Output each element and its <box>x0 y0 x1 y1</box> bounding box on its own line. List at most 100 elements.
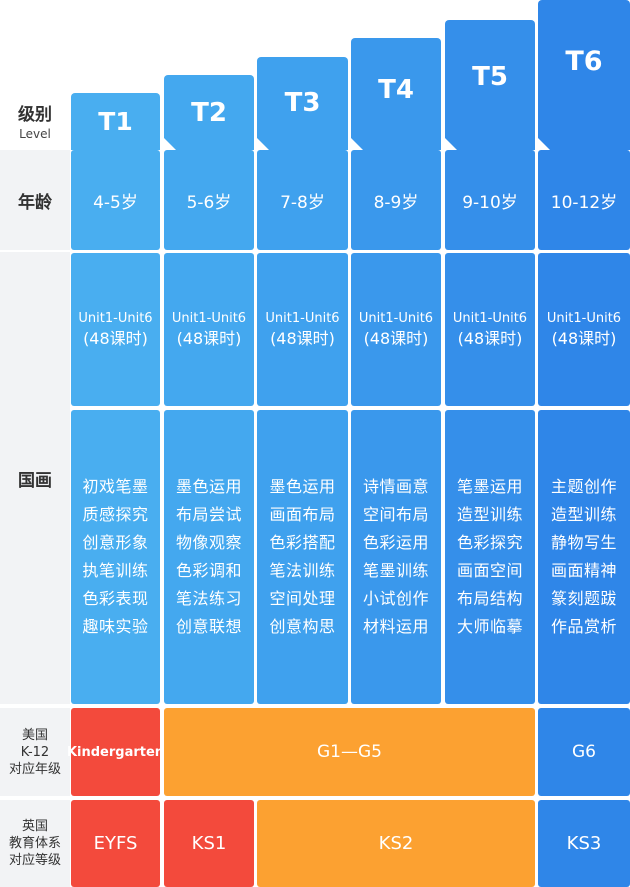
topic-item: 质感探究 <box>82 505 149 524</box>
uk-segment-label: EYFS <box>93 833 138 854</box>
tier-label: T6 <box>565 45 603 77</box>
guohua-label: 国画 <box>18 470 52 491</box>
age-cell: 9-10岁 <box>445 150 535 250</box>
topic-item: 执笔训练 <box>82 561 149 580</box>
age-cell: 5-6岁 <box>164 150 254 250</box>
us-label-line: 美国 <box>21 727 48 743</box>
tier-label: T1 <box>98 107 133 136</box>
uk-label-line: 教育体系 <box>8 836 61 851</box>
unit-hours: (48课时) <box>270 328 335 348</box>
level-row-label: 级别 Level <box>0 92 70 148</box>
topic-cell: 墨色运用 画面布局 色彩搭配 笔法训练 空间处理 创意构思 <box>257 410 348 704</box>
topic-cell: 笔墨运用 造型训练 色彩探究 画面空间 布局结构 大师临摹 <box>445 410 535 704</box>
unit-cell: Unit1-Unit6 (48课时) <box>257 253 348 406</box>
uk-segment-label: KS1 <box>191 833 227 854</box>
topic-item: 笔法训练 <box>269 561 336 580</box>
topic-item: 主题创作 <box>550 477 617 496</box>
us-label-line: K-12 <box>20 744 50 760</box>
tier-label: T4 <box>378 75 414 105</box>
unit-range: Unit1-Unit6 <box>358 310 434 326</box>
topic-cell: 主题创作 造型训练 静物写生 画面精神 篆刻题跋 作品赏析 <box>538 410 630 704</box>
topic-item: 笔墨运用 <box>456 477 523 496</box>
topic-item: 空间布局 <box>362 505 429 524</box>
topic-item: 墨色运用 <box>175 477 242 496</box>
tier-header-t1: T1 <box>71 93 160 150</box>
topic-item: 色彩表现 <box>82 589 149 608</box>
age-cell: 10-12岁 <box>538 150 630 250</box>
unit-hours: (48课时) <box>551 328 617 348</box>
topic-item: 小试创作 <box>362 589 429 608</box>
topic-item: 大师临摹 <box>456 617 523 636</box>
us-segment-label: G1—G5 <box>317 742 382 762</box>
topic-item: 造型训练 <box>456 505 523 524</box>
uk-label-line: 英国 <box>21 819 48 834</box>
topic-item: 造型训练 <box>550 505 617 524</box>
age-cell: 8-9岁 <box>351 150 441 250</box>
us-label-line: 对应年级 <box>8 761 61 777</box>
age-row-label: 年龄 <box>0 150 70 250</box>
us-segment-g1-g5: G1—G5 <box>164 708 535 796</box>
level-label-en: Level <box>19 126 51 141</box>
topic-item: 材料运用 <box>362 617 429 636</box>
age-label: 年龄 <box>18 192 52 213</box>
tier-header-t4: T4 <box>350 38 441 151</box>
uk-segment-label: KS2 <box>378 833 414 854</box>
age-cell: 7-8岁 <box>257 150 348 250</box>
us-segment-label: Kindergarten <box>66 744 165 760</box>
uk-segment-label: KS3 <box>566 833 602 854</box>
topic-item: 创意形象 <box>82 533 149 552</box>
topic-item: 初戏笔墨 <box>82 477 149 496</box>
topic-item: 墨色运用 <box>269 477 336 496</box>
us-segment-g6: G6 <box>538 708 630 796</box>
topic-item: 画面布局 <box>269 505 336 524</box>
us-segment-label: G6 <box>572 742 596 762</box>
topic-item: 静物写生 <box>550 533 617 552</box>
unit-cell: Unit1-Unit6 (48课时) <box>538 253 630 406</box>
unit-hours: (48课时) <box>176 328 242 348</box>
topic-cell: 初戏笔墨 质感探究 创意形象 执笔训练 色彩表现 趣味实验 <box>71 410 160 704</box>
age-value: 4-5岁 <box>93 192 138 213</box>
unit-hours: (48课时) <box>457 328 523 348</box>
unit-range: Unit1-Unit6 <box>78 310 153 326</box>
topic-item: 笔法练习 <box>175 589 242 608</box>
topic-item: 创意构思 <box>269 617 336 636</box>
tier-header-t2: T2 <box>163 75 254 151</box>
age-value: 10-12岁 <box>550 192 618 213</box>
level-label-zh: 级别 <box>18 104 52 125</box>
unit-cell: Unit1-Unit6 (48课时) <box>351 253 441 406</box>
age-value: 7-8岁 <box>280 192 325 213</box>
unit-range: Unit1-Unit6 <box>546 310 622 326</box>
tier-label: T2 <box>191 97 227 128</box>
unit-hours: (48课时) <box>363 328 429 348</box>
uk-segment-ks2: KS2 <box>257 800 535 887</box>
us-grade-row-label: 美国 K-12 对应年级 <box>0 708 70 796</box>
topic-cell: 墨色运用 布局尝试 物像观察 色彩调和 笔法练习 创意联想 <box>164 410 254 704</box>
topic-item: 作品赏析 <box>550 617 617 636</box>
topic-item: 色彩探究 <box>456 533 523 552</box>
unit-range: Unit1-Unit6 <box>265 310 340 326</box>
topic-item: 布局结构 <box>456 589 523 608</box>
uk-segment-ks1: KS1 <box>164 800 254 887</box>
unit-range: Unit1-Unit6 <box>171 310 247 326</box>
topic-item: 布局尝试 <box>175 505 242 524</box>
guohua-row-label: 国画 <box>0 252 70 704</box>
topic-item: 画面空间 <box>456 561 523 580</box>
tier-header-t6: T6 <box>537 0 630 151</box>
unit-cell: Unit1-Unit6 (48课时) <box>445 253 535 406</box>
topic-item: 篆刻题跋 <box>550 589 617 608</box>
unit-cell: Unit1-Unit6 (48课时) <box>164 253 254 406</box>
unit-cell: Unit1-Unit6 (48课时) <box>71 253 160 406</box>
topic-item: 空间处理 <box>269 589 336 608</box>
uk-label-line: 对应等级 <box>8 853 61 868</box>
us-segment-kindergarten: Kindergarten <box>67 708 164 796</box>
topic-item: 画面精神 <box>550 561 617 580</box>
topic-cell: 诗情画意 空间布局 色彩运用 笔墨训练 小试创作 材料运用 <box>351 410 441 704</box>
uk-segment-eyfs: EYFS <box>71 800 160 887</box>
uk-level-row-label: 英国 教育体系 对应等级 <box>0 800 70 887</box>
topic-item: 色彩搭配 <box>269 533 336 552</box>
uk-segment-ks3: KS3 <box>538 800 630 887</box>
topic-item: 色彩运用 <box>362 533 429 552</box>
tier-label: T3 <box>284 87 321 118</box>
tier-label: T5 <box>472 62 508 92</box>
topic-item: 笔墨训练 <box>362 561 429 580</box>
